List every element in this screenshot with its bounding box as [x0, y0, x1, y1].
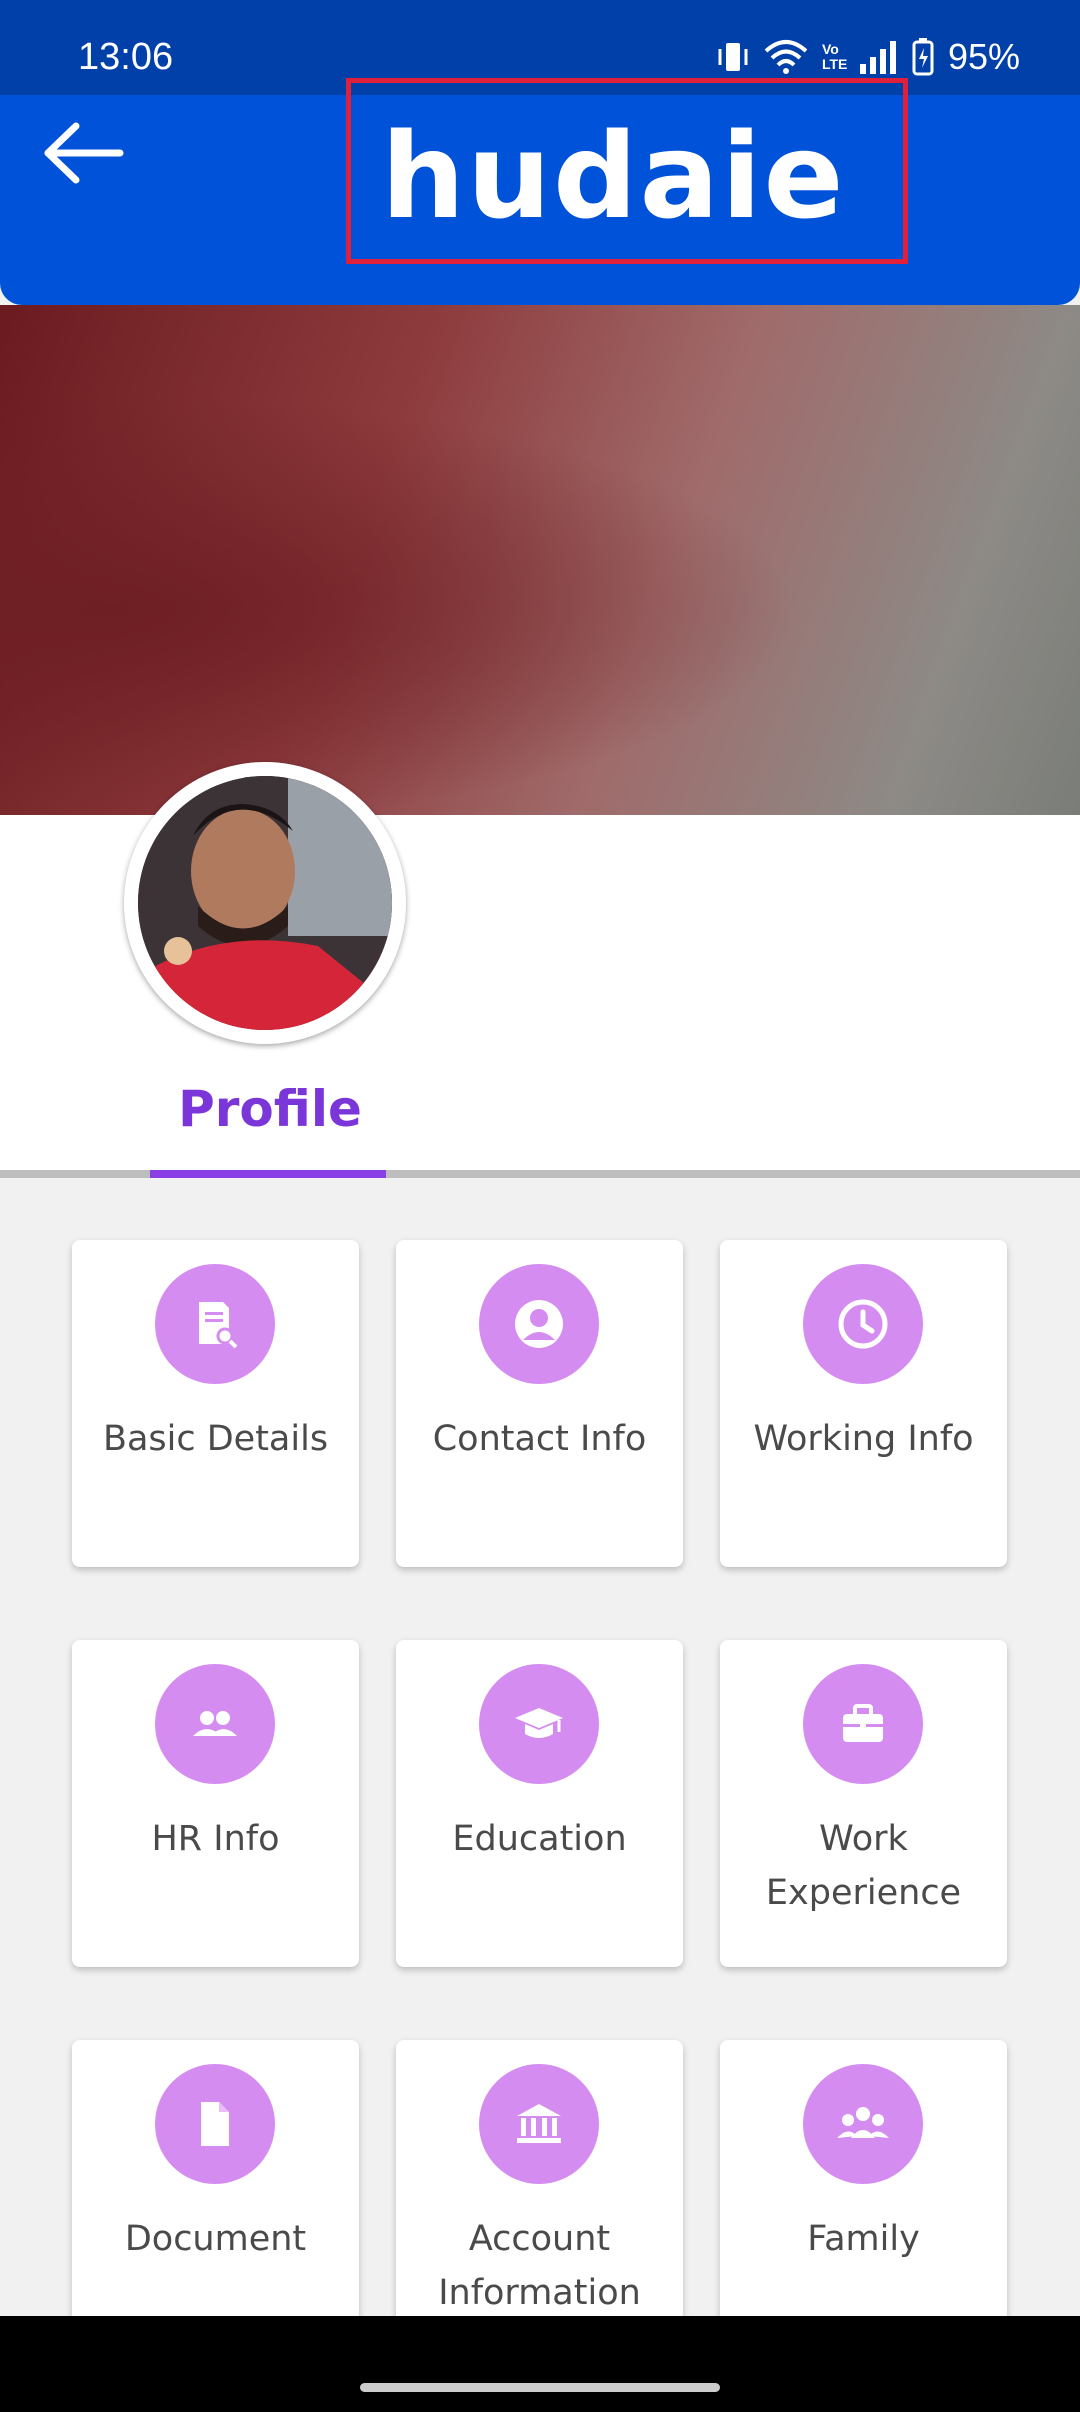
users-icon [155, 1664, 275, 1784]
card-account-information[interactable]: Account Information [396, 2040, 683, 2316]
card-label: HR Info [151, 1819, 280, 1859]
card-family[interactable]: Family [720, 2040, 1007, 2316]
briefcase-icon [803, 1664, 923, 1784]
battery-level: 95% [947, 36, 1020, 77]
card-label: Document [124, 2219, 307, 2259]
avatar[interactable] [124, 762, 406, 1044]
status-icons: Vo LTE 95% [716, 36, 1020, 78]
card-label: Education [452, 1819, 627, 1859]
signal-icon [859, 41, 896, 74]
document-search-icon [155, 1264, 275, 1384]
card-education[interactable]: Education [396, 1640, 683, 1967]
avatar-photo [138, 776, 392, 1030]
cover-image [0, 305, 1080, 815]
system-nav-bar [0, 2316, 1080, 2412]
card-label: Work Experience [765, 1819, 962, 1913]
vibrate-icon [718, 43, 748, 71]
back-button[interactable] [40, 118, 130, 188]
user-circle-icon [479, 1264, 599, 1384]
card-label: Contact Info [432, 1419, 647, 1459]
tab-profile[interactable]: Profile [150, 1080, 390, 1138]
card-working-info[interactable]: Working Info [720, 1240, 1007, 1567]
clock-icon [803, 1264, 923, 1384]
card-contact-info[interactable]: Contact Info [396, 1240, 683, 1567]
volte-icon: Vo LTE [821, 41, 848, 72]
card-label: Family [807, 2219, 920, 2259]
bank-icon [479, 2064, 599, 2184]
battery-icon [912, 38, 934, 76]
family-icon [803, 2064, 923, 2184]
card-document[interactable]: Document [72, 2040, 359, 2316]
brand-logo: hudaie [346, 78, 908, 264]
graduation-cap-icon [479, 1664, 599, 1784]
logo-text: hudaie [381, 107, 846, 245]
tab-indicator [150, 1170, 386, 1178]
card-hr-info[interactable]: HR Info [72, 1640, 359, 1967]
card-basic-details[interactable]: Basic Details [72, 1240, 359, 1567]
arrow-left-icon [44, 122, 124, 184]
status-time: 13:06 [78, 36, 174, 78]
card-label: Working Info [753, 1419, 974, 1459]
card-label: Account Information [438, 2219, 641, 2313]
profile-menu-grid: Basic Details Contact Info Working Info … [0, 1178, 1080, 2316]
wifi-icon [764, 40, 808, 74]
card-work-experience[interactable]: Work Experience [720, 1640, 1007, 1967]
card-label: Basic Details [102, 1419, 329, 1459]
file-icon [155, 2064, 275, 2184]
home-gesture-handle[interactable] [360, 2383, 720, 2392]
